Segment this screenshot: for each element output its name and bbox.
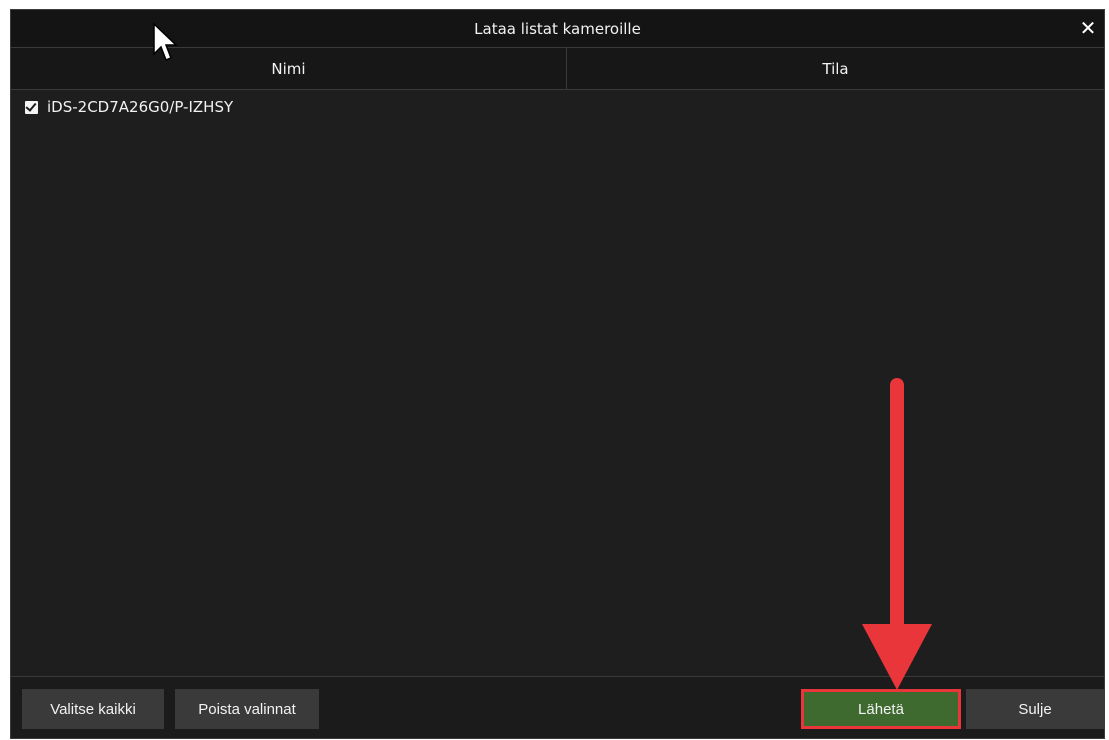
table-header: Nimi Tila [11, 48, 1104, 90]
select-all-button[interactable]: Valitse kaikki [22, 689, 164, 729]
upload-lists-dialog: Lataa listat kameroille ✕ Nimi Tila iDS-… [10, 9, 1105, 739]
send-button[interactable]: Lähetä [801, 689, 961, 729]
dialog-titlebar: Lataa listat kameroille ✕ [11, 10, 1104, 48]
column-header-name[interactable]: Nimi [11, 48, 567, 89]
close-button[interactable]: Sulje [966, 689, 1104, 729]
close-icon[interactable]: ✕ [1076, 16, 1100, 40]
row-checkbox[interactable] [25, 100, 38, 114]
dialog-title: Lataa listat kameroille [474, 20, 641, 38]
clear-selection-button[interactable]: Poista valinnat [175, 689, 319, 729]
column-header-status[interactable]: Tila [567, 48, 1104, 89]
table-row[interactable]: iDS-2CD7A26G0/P-IZHSY [11, 90, 1104, 124]
dialog-footer: Valitse kaikki Poista valinnat Lähetä Su… [11, 676, 1104, 738]
camera-name: iDS-2CD7A26G0/P-IZHSY [47, 98, 234, 116]
camera-list: iDS-2CD7A26G0/P-IZHSY [11, 90, 1104, 678]
